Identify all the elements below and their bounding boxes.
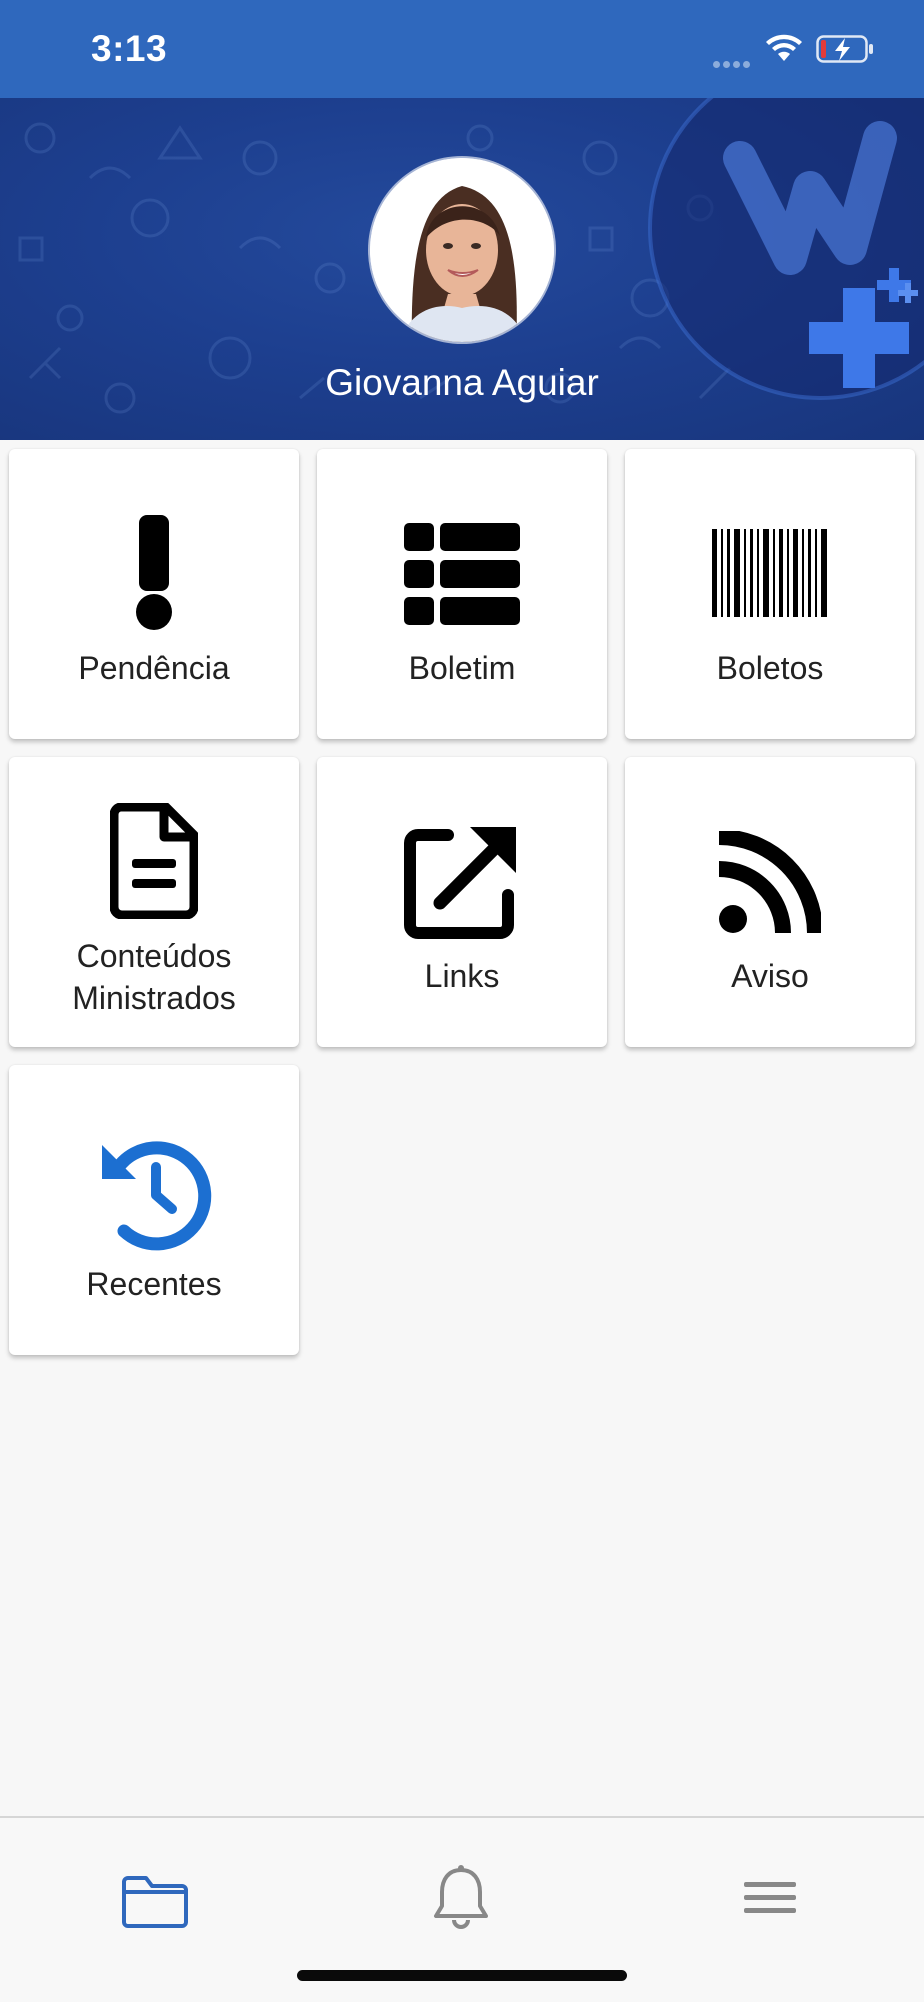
- avatar[interactable]: [370, 158, 554, 342]
- menu-tile-label: Aviso: [731, 958, 809, 994]
- status-bar: 3:13: [0, 0, 924, 98]
- nav-home-button[interactable]: [95, 1858, 215, 1968]
- menu-tile-boletos[interactable]: Boletos: [625, 449, 915, 739]
- barcode-icon: [712, 529, 827, 617]
- document-icon: [110, 803, 198, 919]
- nav-notifications-button[interactable]: [401, 1858, 521, 1968]
- menu-tile-label: Pendência: [78, 650, 230, 686]
- history-icon: [102, 1141, 212, 1251]
- external-link-icon: [404, 827, 516, 939]
- status-time: 3:13: [91, 28, 168, 69]
- rss-icon: [719, 831, 821, 933]
- exclamation-icon: [136, 515, 172, 630]
- bell-icon: [434, 1865, 488, 1929]
- battery-charging-icon: [816, 34, 874, 69]
- nav-menu-button[interactable]: [710, 1858, 830, 1968]
- menu-tile-label: Boletim: [408, 650, 516, 686]
- menu-icon: [744, 1882, 796, 1913]
- home-indicator[interactable]: [297, 1970, 627, 1981]
- profile-header: Giovanna Aguiar: [0, 98, 924, 440]
- menu-tile-label: Conteúdos Ministrados: [72, 938, 236, 1016]
- menu-tile-recentes[interactable]: Recentes: [9, 1065, 299, 1355]
- menu-tile-label: Boletos: [716, 650, 824, 686]
- cellular-signal-icon: [713, 55, 753, 73]
- menu-tile-links[interactable]: Links: [317, 757, 607, 1047]
- wifi-icon: [764, 33, 804, 68]
- menu-tile-conteudos-ministrados[interactable]: Conteúdos Ministrados: [9, 757, 299, 1047]
- folder-icon: [122, 1876, 188, 1928]
- menu-tile-boletim[interactable]: Boletim: [317, 449, 607, 739]
- menu-tile-label: Recentes: [86, 1266, 222, 1302]
- menu-tile-pendencia[interactable]: Pendência: [9, 449, 299, 739]
- list-icon: [404, 523, 520, 625]
- menu-tile-label: Links: [424, 958, 500, 994]
- user-name: Giovanna Aguiar: [325, 362, 599, 403]
- menu-tile-aviso[interactable]: Aviso: [625, 757, 915, 1047]
